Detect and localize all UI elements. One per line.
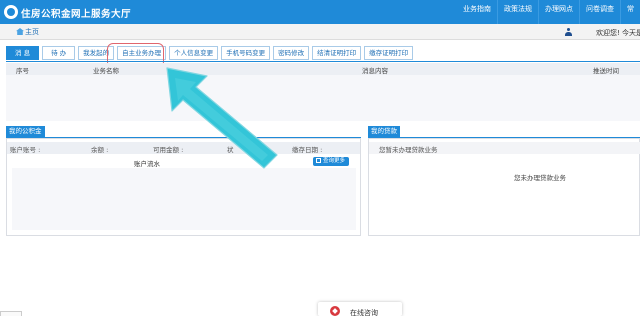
top-header-bar: 住房公积金网上服务大厅 业务指南 政策法规 办理网点 问卷调查 常: [0, 0, 640, 24]
nav-policies[interactable]: 政策法规: [497, 0, 538, 24]
corner-widget: [0, 311, 22, 316]
top-navigation: 业务指南 政策法规 办理网点 问卷调查 常: [457, 0, 640, 24]
account-summary-row: 账户账号 : 余额 : 可用金额 : 状 缴存日期 :: [7, 142, 360, 154]
logo-icon: [4, 5, 18, 19]
query-more-label: 查询更多: [323, 158, 346, 164]
balance-label: 余额 :: [91, 146, 109, 154]
tab-messages[interactable]: 消 息: [6, 46, 40, 60]
nav-survey[interactable]: 问卷调查: [579, 0, 620, 24]
tab-todo[interactable]: 待 办: [42, 46, 76, 60]
available-amount-label: 可用金额 :: [153, 146, 184, 154]
account-flow-list: [12, 168, 356, 230]
query-more-button[interactable]: 查询更多: [313, 157, 349, 166]
loan-empty-text: 您未办理贷款业务: [514, 174, 566, 182]
external-link-icon: [316, 158, 321, 163]
consult-icon: [330, 306, 340, 316]
account-panel-title: 我的公积金: [6, 126, 45, 137]
col-push-time: 推送时间: [593, 67, 619, 75]
tab-phone-change[interactable]: 手机号码变更: [221, 46, 271, 60]
home-label: 主页: [25, 28, 39, 36]
col-message-content: 消息内容: [362, 67, 388, 75]
online-consult-button[interactable]: 在线咨询: [318, 302, 402, 316]
col-index: 序号: [16, 67, 29, 75]
loan-status-row: 您暂未办理贷款业务: [369, 142, 640, 154]
nav-service-outlets[interactable]: 办理网点: [538, 0, 579, 24]
tab-personal-info-change[interactable]: 个人信息变更: [169, 46, 219, 60]
status-label: 状: [227, 146, 234, 154]
account-number-label: 账户账号 :: [10, 146, 41, 154]
tab-password-change[interactable]: 密码修改: [273, 46, 310, 60]
breadcrumb-bar: 主页 欢迎您! 今天是: [0, 24, 640, 40]
nav-more[interactable]: 常: [620, 0, 640, 24]
col-business-name: 业务名称: [93, 67, 119, 75]
loan-status-text: 您暂未办理贷款业务: [379, 146, 438, 154]
home-icon: [16, 28, 24, 35]
consult-label: 在线咨询: [350, 309, 378, 316]
user-icon: [565, 28, 572, 36]
tab-bar: 消 息 待 办 我发起的 自主业务办理 个人信息变更 手机号码变更 密码修改 结…: [6, 46, 416, 61]
tab-settlement-cert-print[interactable]: 结清证明打印: [312, 46, 362, 60]
message-table-header: 序号 业务名称 消息内容 推送时间: [6, 63, 640, 75]
tab-underline: [6, 61, 640, 62]
account-flow-title: 账户流水: [134, 160, 160, 168]
message-table-body: [6, 75, 640, 121]
deposit-date-label: 缴存日期 :: [292, 146, 323, 154]
site-title: 住房公积金网上服务大厅: [21, 9, 132, 20]
tab-deposit-cert-print[interactable]: 缴存证明打印: [364, 46, 414, 60]
home-link[interactable]: 主页: [16, 27, 39, 37]
welcome-text: 欢迎您! 今天是: [596, 29, 640, 37]
loan-panel-title: 我的贷款: [368, 126, 400, 137]
nav-business-guide[interactable]: 业务指南: [457, 0, 497, 24]
